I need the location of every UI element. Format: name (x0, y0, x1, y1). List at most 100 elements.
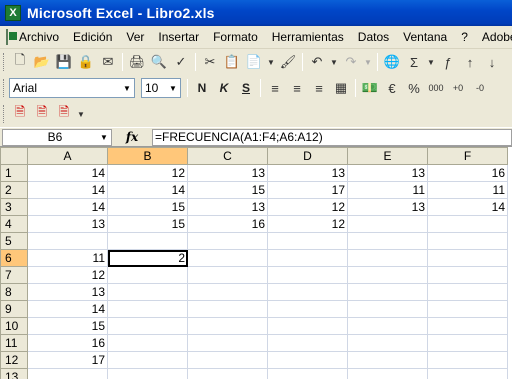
currency-style-icon[interactable]: 💵 (359, 77, 381, 99)
cell-b13[interactable] (107, 368, 188, 379)
row-header[interactable]: 3 (0, 198, 28, 216)
cell-e3[interactable]: 13 (347, 198, 428, 216)
column-header-b[interactable]: B (107, 147, 188, 165)
cell-f8[interactable] (427, 283, 508, 301)
bold-button[interactable]: N (191, 77, 213, 99)
workbook-icon[interactable] (6, 29, 17, 45)
menu-formato[interactable]: Formato (206, 26, 265, 48)
cell-c12[interactable] (187, 351, 268, 369)
cell-a8[interactable]: 13 (27, 283, 108, 301)
cell-a5[interactable] (27, 232, 108, 250)
cell-a4[interactable]: 13 (27, 215, 108, 233)
cell-a11[interactable]: 16 (27, 334, 108, 352)
row-header[interactable]: 12 (0, 351, 28, 369)
email-icon[interactable]: ✉ (97, 51, 119, 73)
spelling-icon[interactable]: ✓ (170, 51, 192, 73)
chevron-down-icon[interactable]: ▼ (166, 79, 180, 97)
function-icon[interactable]: ƒ (437, 51, 459, 73)
toolbar-options-icon[interactable]: ▼ (75, 103, 87, 125)
new-icon[interactable]: 🗋 (9, 51, 31, 73)
decrease-decimal-icon[interactable]: -0 (469, 77, 491, 99)
cell-e13[interactable] (347, 368, 428, 379)
cell-f9[interactable] (427, 300, 508, 318)
cell-e4[interactable] (347, 215, 428, 233)
cell-c5[interactable] (187, 232, 268, 250)
row-header[interactable]: 2 (0, 181, 28, 199)
cut-icon[interactable]: ✂ (199, 51, 221, 73)
cell-f1[interactable]: 16 (427, 164, 508, 182)
cell-d2[interactable]: 17 (267, 181, 348, 199)
pdf-email-icon[interactable]: 🗎 (31, 103, 53, 125)
select-all-button[interactable] (0, 147, 28, 165)
cell-d7[interactable] (267, 266, 348, 284)
cell-c9[interactable] (187, 300, 268, 318)
align-right-icon[interactable]: ≡ (308, 77, 330, 99)
formula-input[interactable]: =FRECUENCIA(A1:F4;A6:A12) (152, 128, 512, 146)
column-header-e[interactable]: E (347, 147, 428, 165)
cell-b9[interactable] (107, 300, 188, 318)
cell-e5[interactable] (347, 232, 428, 250)
cell-e12[interactable] (347, 351, 428, 369)
align-center-icon[interactable]: ≡ (286, 77, 308, 99)
cell-f12[interactable] (427, 351, 508, 369)
cell-e7[interactable] (347, 266, 428, 284)
toolbar-grip[interactable] (3, 79, 6, 97)
toolbar-grip[interactable] (3, 53, 6, 71)
cell-a3[interactable]: 14 (27, 198, 108, 216)
cell-b12[interactable] (107, 351, 188, 369)
menu-insertar[interactable]: Insertar (151, 26, 206, 48)
column-header-c[interactable]: C (187, 147, 268, 165)
cell-a9[interactable]: 14 (27, 300, 108, 318)
cell-b7[interactable] (107, 266, 188, 284)
hyperlink-icon[interactable]: 🌐 (381, 51, 403, 73)
copy-icon[interactable]: 📋 (221, 51, 243, 73)
row-header[interactable]: 13 (0, 368, 28, 379)
redo-icon[interactable]: ↷ (340, 51, 362, 73)
save-icon[interactable]: 💾 (53, 51, 75, 73)
cell-b11[interactable] (107, 334, 188, 352)
cell-c11[interactable] (187, 334, 268, 352)
euro-icon[interactable]: € (381, 77, 403, 99)
cell-f11[interactable] (427, 334, 508, 352)
cell-e10[interactable] (347, 317, 428, 335)
excel-app-icon[interactable]: X (5, 5, 21, 21)
column-header-d[interactable]: D (267, 147, 348, 165)
cell-b6[interactable]: 2 (107, 249, 188, 267)
row-header[interactable]: 9 (0, 300, 28, 318)
toolbar-grip[interactable] (3, 105, 6, 123)
cell-f4[interactable] (427, 215, 508, 233)
cell-c1[interactable]: 13 (187, 164, 268, 182)
redo-dropdown-icon[interactable]: ▼ (362, 51, 374, 73)
menu-archivo[interactable]: Archivo (12, 26, 66, 48)
format-painter-icon[interactable]: 🖌 (277, 51, 299, 73)
pdf-convert-icon[interactable]: 🗎 (9, 103, 31, 125)
comma-style-icon[interactable]: 000 (425, 77, 447, 99)
cell-e11[interactable] (347, 334, 428, 352)
cell-e1[interactable]: 13 (347, 164, 428, 182)
cell-d5[interactable] (267, 232, 348, 250)
paste-dropdown-icon[interactable]: ▼ (265, 51, 277, 73)
cell-d3[interactable]: 12 (267, 198, 348, 216)
cell-c8[interactable] (187, 283, 268, 301)
row-header[interactable]: 10 (0, 317, 28, 335)
autosum-icon[interactable]: Σ (403, 51, 425, 73)
row-header[interactable]: 5 (0, 232, 28, 250)
cell-a7[interactable]: 12 (27, 266, 108, 284)
open-icon[interactable]: 📂 (31, 51, 53, 73)
chevron-down-icon[interactable]: ▼ (97, 133, 111, 142)
row-header[interactable]: 11 (0, 334, 28, 352)
cell-c7[interactable] (187, 266, 268, 284)
cell-d4[interactable]: 12 (267, 215, 348, 233)
autosum-dropdown-icon[interactable]: ▼ (425, 51, 437, 73)
cell-e2[interactable]: 11 (347, 181, 428, 199)
cell-c3[interactable]: 13 (187, 198, 268, 216)
paste-icon[interactable]: 📄 (243, 51, 265, 73)
row-header[interactable]: 8 (0, 283, 28, 301)
cell-f5[interactable] (427, 232, 508, 250)
cell-d1[interactable]: 13 (267, 164, 348, 182)
name-box[interactable]: B6 ▼ (2, 128, 112, 146)
print-preview-icon[interactable]: 🔍 (148, 51, 170, 73)
chevron-down-icon[interactable]: ▼ (120, 79, 134, 97)
print-icon[interactable]: 🖨 (126, 51, 148, 73)
cell-b8[interactable] (107, 283, 188, 301)
